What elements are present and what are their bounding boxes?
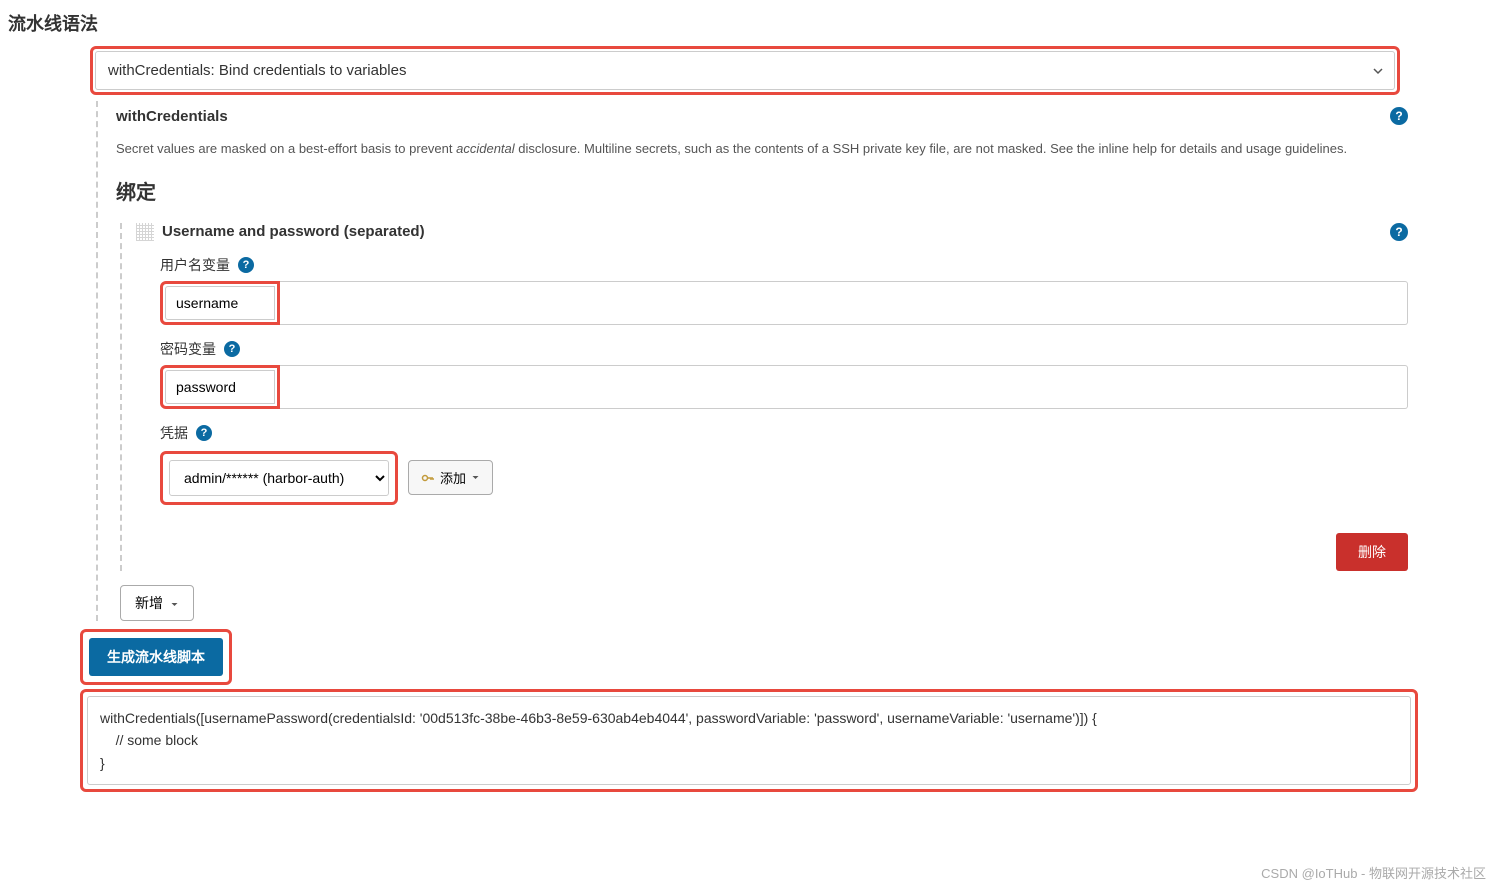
sample-step-selected-text: withCredentials: Bind credentials to var… <box>108 62 406 79</box>
watermark-text: CSDN @IoTHub - 物联网开源技术社区 <box>1261 863 1486 882</box>
password-variable-highlight <box>160 365 280 409</box>
username-variable-label: 用户名变量 <box>160 255 230 275</box>
username-variable-input[interactable] <box>165 286 275 320</box>
page-title: 流水线语法 <box>0 0 1498 46</box>
sample-step-select-highlight: withCredentials: Bind credentials to var… <box>90 46 1400 95</box>
with-credentials-heading: withCredentials <box>116 108 228 125</box>
pipeline-script-output-highlight: withCredentials([usernamePassword(creden… <box>80 689 1418 792</box>
help-icon[interactable]: ? <box>196 425 212 441</box>
chevron-down-icon <box>1372 65 1384 77</box>
help-icon[interactable]: ? <box>1390 223 1408 241</box>
caret-down-icon <box>170 600 179 609</box>
credentials-select[interactable]: admin/****** (harbor-auth) <box>169 460 389 496</box>
delete-binding-button[interactable]: 删除 <box>1336 533 1408 571</box>
bindings-title: 绑定 <box>116 176 1408 205</box>
caret-down-icon <box>471 473 480 482</box>
pipeline-script-output[interactable]: withCredentials([usernamePassword(creden… <box>87 696 1411 785</box>
generate-button-highlight: 生成流水线脚本 <box>80 629 232 685</box>
generate-pipeline-script-button[interactable]: 生成流水线脚本 <box>89 638 223 676</box>
new-binding-button[interactable]: 新增 <box>120 585 194 621</box>
sample-step-select[interactable]: withCredentials: Bind credentials to var… <box>95 51 1395 90</box>
binding-type-title: Username and password (separated) <box>162 223 425 240</box>
with-credentials-description: Secret values are masked on a best-effor… <box>116 139 1408 160</box>
password-variable-input[interactable] <box>165 370 275 404</box>
help-icon[interactable]: ? <box>1390 107 1408 125</box>
credentials-label: 凭据 <box>160 423 188 443</box>
credentials-select-highlight: admin/****** (harbor-auth) <box>160 451 398 505</box>
help-icon[interactable]: ? <box>224 341 240 357</box>
add-credential-label: 添加 <box>440 468 466 487</box>
username-variable-input-ext[interactable] <box>280 281 1408 325</box>
username-variable-highlight <box>160 281 280 325</box>
password-variable-label: 密码变量 <box>160 339 216 359</box>
help-icon[interactable]: ? <box>238 257 254 273</box>
password-variable-input-ext[interactable] <box>280 365 1408 409</box>
drag-handle-icon[interactable] <box>136 223 154 241</box>
add-credential-button[interactable]: 添加 <box>408 460 493 495</box>
key-icon <box>421 471 435 485</box>
